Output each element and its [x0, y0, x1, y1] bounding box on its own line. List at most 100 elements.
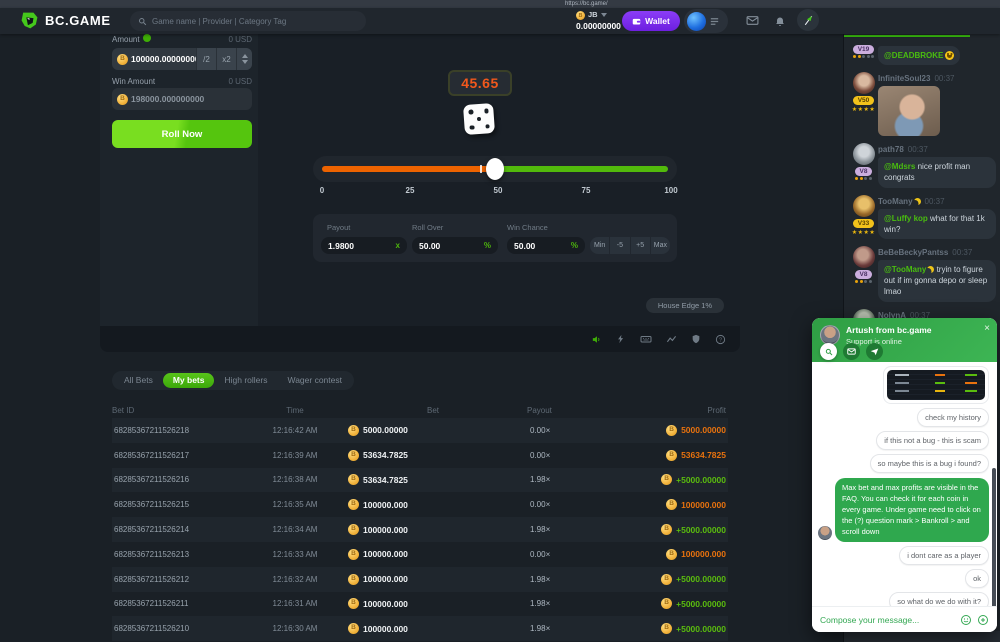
chat-username[interactable]: path78 [878, 145, 904, 154]
tick-75: 75 [582, 186, 591, 195]
bonus-spin-icon[interactable] [797, 9, 819, 31]
support-search-icon[interactable] [820, 343, 837, 360]
bet-id-link[interactable]: 68285367211526212 [112, 575, 242, 584]
avatar[interactable] [853, 246, 875, 268]
tab-my-bets[interactable]: My bets [163, 373, 215, 388]
avatar[interactable] [853, 195, 875, 217]
chat-username[interactable]: BeBeBeckyPantss [878, 248, 948, 257]
bet-id-link[interactable]: 68285367211526214 [112, 525, 242, 534]
table-row: 68285367211526215 12:16:35 AM 100000.000… [112, 492, 728, 517]
messages-icon[interactable] [746, 14, 759, 32]
chat-input-bar[interactable] [844, 631, 1000, 642]
sound-icon[interactable] [591, 334, 602, 345]
coin-icon [661, 524, 672, 535]
tick-50: 50 [494, 186, 503, 195]
plus-5-button[interactable]: +5 [630, 237, 650, 254]
currency-code: JB [588, 10, 598, 20]
sent-screenshot-bubble[interactable] [883, 366, 989, 404]
roll-now-button[interactable]: Roll Now [112, 120, 252, 148]
chat-message: V19 @DEADBROKE [849, 43, 996, 65]
win-chance-input[interactable] [514, 241, 568, 251]
browser-bar: https://bc.game/ [0, 0, 1000, 8]
amount-usd-value: 0 USD [228, 35, 252, 44]
banana-icon [914, 198, 921, 205]
wallet-button[interactable]: Wallet [622, 11, 680, 31]
hotkeys-icon[interactable] [640, 333, 652, 345]
currency-toggle-icon[interactable] [143, 34, 151, 42]
help-icon[interactable]: ? [715, 334, 726, 345]
coin-icon [661, 623, 672, 634]
payout-input[interactable] [328, 241, 393, 251]
bet-id-link[interactable]: 68285367211526217 [112, 451, 242, 460]
win-amount-usd-value: 0 USD [228, 77, 252, 86]
profile-pill[interactable] [684, 9, 728, 33]
col-profit: Profit [628, 406, 728, 415]
attach-plus-icon[interactable] [977, 614, 989, 626]
level-badge: V8 [855, 167, 873, 176]
user-message: so what do we do with it? [889, 592, 989, 606]
avatar[interactable] [687, 12, 706, 31]
min-button[interactable]: Min [590, 237, 609, 254]
roll-over-unit: % [484, 241, 491, 250]
emoji-icon[interactable] [960, 614, 972, 626]
coin-icon [117, 94, 128, 105]
bet-history-table: Bet ID Time Bet Payout Profit 6828536721… [112, 402, 728, 641]
tab-high-rollers[interactable]: High rollers [214, 373, 277, 388]
col-payout: Payout [518, 406, 628, 415]
support-email-icon[interactable] [843, 343, 860, 360]
bet-id-link[interactable]: 68285367211526215 [112, 500, 242, 509]
svg-text:?: ? [719, 337, 722, 343]
support-telegram-icon[interactable] [866, 343, 883, 360]
bet-id-link[interactable]: 68285367211526213 [112, 550, 242, 559]
bet-id-link[interactable]: 68285367211526216 [112, 475, 242, 484]
bet-id-link[interactable]: 68285367211526218 [112, 426, 242, 435]
table-row: 68285367211526210 12:16:30 AM 100000.000… [112, 616, 728, 641]
fast-bet-icon[interactable] [616, 334, 626, 344]
bet-controls: Amount 0 USD /2 x2 Win Amount 0 USD Roll… [112, 34, 252, 44]
chat-username[interactable]: InfiniteSoul23 [878, 74, 930, 83]
slider-handle[interactable] [486, 158, 504, 180]
avatar[interactable] [853, 143, 875, 165]
chat-message: V8 path7800:37 @Mdsrs nice profit man co… [849, 143, 996, 187]
trends-icon[interactable] [666, 334, 677, 345]
amount-input[interactable] [131, 54, 196, 64]
tab-all-bets[interactable]: All Bets [114, 373, 163, 388]
verify-shield-icon[interactable] [691, 334, 701, 344]
payout-field: x [321, 237, 407, 254]
notifications-bell-icon[interactable] [774, 14, 786, 32]
amount-stepper[interactable] [236, 48, 252, 70]
coin-icon [348, 623, 359, 634]
support-message-input[interactable] [820, 615, 955, 625]
bet-id-link[interactable]: 68285367211526210 [112, 624, 242, 633]
support-scrollbar[interactable] [992, 468, 996, 608]
half-bet-button[interactable]: /2 [196, 48, 216, 70]
avatar[interactable] [853, 72, 875, 94]
app-header: BC.GAME JB 0.00000000 Wallet [0, 8, 1000, 34]
chat-username[interactable]: TooMany [878, 197, 913, 206]
win-amount-input[interactable] [131, 94, 252, 104]
chat-time: 00:37 [908, 145, 928, 154]
support-agent-avatar [820, 325, 840, 345]
win-amount-group [112, 88, 252, 110]
tab-wager-contest[interactable]: Wager contest [277, 373, 352, 388]
chat-message: V33 TooMany00:37 @Luffy kop what for tha… [849, 195, 996, 239]
search-input[interactable] [152, 17, 358, 26]
bet-id-link[interactable]: 68285367211526211 [112, 599, 242, 608]
roll-slider [313, 156, 677, 182]
game-search[interactable] [130, 11, 366, 31]
roll-over-input[interactable] [419, 241, 481, 251]
bc-game-dice-page: https://bc.game/ BC.GAME JB 0.00000000 W… [0, 0, 1000, 642]
currency-selector[interactable]: JB 0.00000000 [576, 10, 621, 31]
tick-100: 100 [664, 186, 677, 195]
slider-ticks: 0 25 50 75 100 [313, 186, 677, 196]
tick-25: 25 [406, 186, 415, 195]
slider-track[interactable] [322, 166, 668, 172]
max-button[interactable]: Max [650, 237, 670, 254]
col-bet: Bet [348, 406, 518, 415]
chat-image-attachment[interactable] [878, 86, 940, 136]
chat-list-icon[interactable] [709, 16, 720, 27]
double-bet-button[interactable]: x2 [216, 48, 236, 70]
minus-5-button[interactable]: -5 [609, 237, 629, 254]
close-icon[interactable]: × [984, 323, 990, 334]
bc-game-logo[interactable]: BC.GAME [20, 11, 111, 30]
